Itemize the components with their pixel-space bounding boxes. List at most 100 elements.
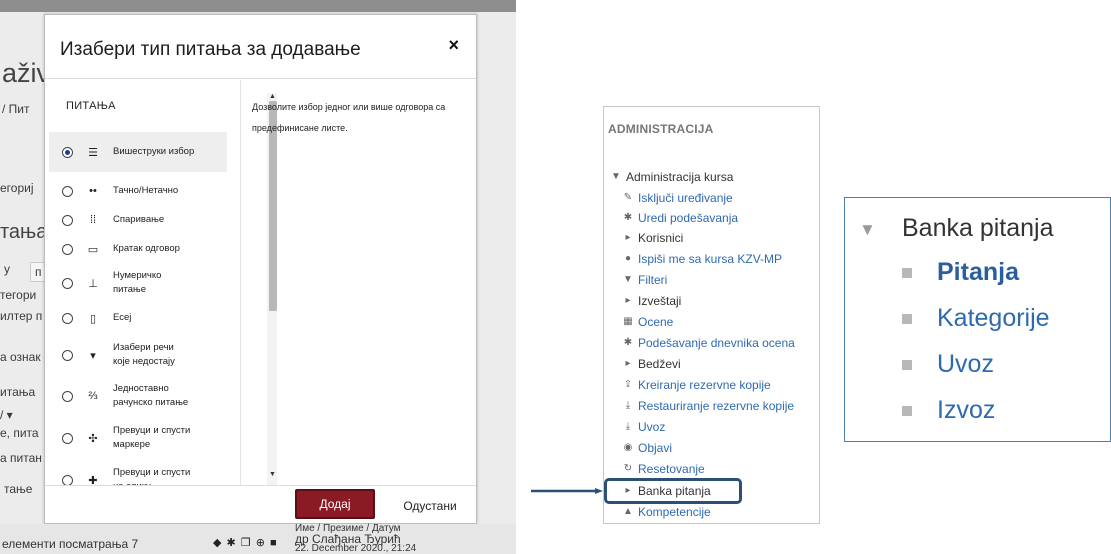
question-bank-header[interactable]: Banka pitanja bbox=[902, 214, 1054, 243]
bg-fragment: aživ bbox=[2, 58, 51, 88]
nav-item-turn-editing-off[interactable]: ✎ Isključi uređivanje bbox=[622, 191, 733, 205]
preview-icon[interactable]: ⊕ bbox=[256, 537, 266, 549]
nav-item-label: Izveštaji bbox=[638, 294, 682, 308]
gear-icon[interactable]: ✱ bbox=[227, 537, 237, 549]
short-answer-icon: ▭ bbox=[87, 243, 99, 256]
bg-fragment: итања bbox=[0, 385, 36, 399]
numerical-icon: ⊥ bbox=[88, 277, 98, 290]
table-icon: ▦ bbox=[623, 316, 633, 327]
item-label: Uvoz bbox=[937, 350, 994, 378]
caret-down-icon: ▼ bbox=[859, 220, 876, 239]
question-type-list[interactable]: ПИТАЊА ☰ Вишеструки избор •• Тачно/Нетач… bbox=[49, 80, 241, 485]
option-multichoice[interactable]: ☰ Вишеструки избор bbox=[49, 132, 227, 172]
nav-item-label: Restauriranje rezervne kopije bbox=[638, 399, 795, 413]
nav-item-import[interactable]: ⤓ Uvoz bbox=[622, 420, 666, 434]
radio-button[interactable] bbox=[62, 243, 73, 255]
option-matching[interactable]: ⁞⁞ Спаривање bbox=[49, 206, 227, 234]
upload-icon: ⇪ bbox=[623, 379, 633, 390]
download-icon: ⤓ bbox=[625, 421, 631, 432]
radio-button[interactable] bbox=[62, 390, 73, 402]
nav-item-restore[interactable]: ⤓ Restauriranje rezervne kopije bbox=[622, 399, 794, 413]
nav-item-course-administration[interactable]: ▼ Administracija kursa bbox=[610, 170, 733, 184]
question-name: елементи посматрања 7 bbox=[2, 537, 139, 551]
question-bank-item-questions[interactable]: Pitanja bbox=[902, 258, 1019, 287]
option-essay[interactable]: ▯ Есеј bbox=[49, 304, 227, 332]
reset-icon: ↻ bbox=[623, 463, 633, 474]
question-bank-item-import[interactable]: Uvoz bbox=[902, 350, 994, 379]
nav-item-unenrol[interactable]: ● Ispiši me sa kursa KZV-MP bbox=[622, 252, 782, 266]
option-ddmarker[interactable]: ✣ Превуци и спусти маркере bbox=[49, 419, 227, 457]
bg-fragment: тања bbox=[0, 221, 48, 243]
radio-button[interactable] bbox=[62, 146, 73, 158]
option-label: Изабери речи које недостају bbox=[113, 342, 175, 367]
competency-icon: ▲ bbox=[623, 506, 633, 517]
nav-item-label: Uredi podešavanja bbox=[638, 211, 739, 225]
nav-item-label: Kompetencije bbox=[638, 505, 711, 519]
nav-item-competencies[interactable]: ▲ Kompetencije bbox=[622, 505, 711, 519]
nav-item-publish[interactable]: ◉ Objavi bbox=[622, 441, 672, 455]
option-label: Спаривање bbox=[113, 214, 165, 225]
pencil-icon: ✎ bbox=[623, 192, 633, 203]
option-numerical[interactable]: ⊥ Нумеричко питање bbox=[49, 266, 227, 300]
bg-fragment: тање bbox=[4, 482, 33, 496]
delete-icon[interactable]: ■ bbox=[270, 537, 278, 549]
nav-item-reset[interactable]: ↻ Resetovanje bbox=[622, 462, 705, 476]
bullet-icon bbox=[902, 313, 912, 324]
drag-drop-image-icon: ✚ bbox=[88, 474, 98, 486]
radio-button[interactable] bbox=[62, 349, 73, 361]
nav-item-grades[interactable]: ▦ Ocene bbox=[622, 315, 673, 329]
option-label: Есеј bbox=[113, 312, 132, 323]
caret-right-icon: ▸ bbox=[625, 232, 631, 243]
question-bank-item-categories[interactable]: Kategorije bbox=[902, 304, 1050, 333]
question-bank-item-export[interactable]: Izvoz bbox=[902, 396, 995, 425]
nav-item-users[interactable]: ▸ Korisnici bbox=[622, 231, 683, 245]
option-gapselect[interactable]: ▾ Изабери речи које недостају bbox=[49, 336, 227, 374]
download-icon: ⤓ bbox=[625, 400, 631, 411]
radio-button[interactable] bbox=[62, 277, 73, 289]
nav-item-label: Resetovanje bbox=[638, 462, 705, 476]
option-calculatedsimple[interactable]: ⅔ Једноставно рачунско питање bbox=[49, 377, 227, 415]
radio-button[interactable] bbox=[62, 185, 73, 197]
nav-item-backup[interactable]: ⇪ Kreiranje rezervne kopije bbox=[622, 378, 771, 392]
nav-item-label: Administracija kursa bbox=[626, 170, 734, 184]
nav-item-reports[interactable]: ▸ Izveštaji bbox=[622, 294, 681, 308]
question-type-dialog-screenshot: aživ / Пит егориј тања у п тегори илтер … bbox=[0, 0, 516, 554]
option-truefalse[interactable]: •• Тачно/Нетачно bbox=[49, 177, 227, 205]
divider bbox=[45, 78, 476, 79]
nav-item-edit-settings[interactable]: ✱ Uredi podešavanja bbox=[622, 211, 738, 225]
add-button[interactable]: Додај bbox=[295, 489, 375, 519]
caret-right-icon: ▸ bbox=[625, 358, 631, 369]
nav-item-label: Podešavanje dnevnika ocena bbox=[638, 336, 795, 350]
cancel-button[interactable]: Одустани bbox=[390, 493, 470, 519]
question-bank-zoom: ▼ Banka pitanja Pitanja Kategorije Uvoz … bbox=[844, 197, 1111, 442]
bg-fragment: егориј bbox=[0, 181, 34, 195]
radio-button[interactable] bbox=[62, 432, 73, 444]
gear-icon: ✱ bbox=[623, 212, 633, 223]
highlight-box bbox=[604, 478, 742, 504]
nav-item-label: Kreiranje rezervne kopije bbox=[638, 378, 771, 392]
action-icons[interactable]: ◆ ✱ ❐ ⊕ ■ bbox=[213, 536, 278, 549]
section-header: ПИТАЊА bbox=[66, 100, 116, 112]
nav-item-filters[interactable]: ▼ Filteri bbox=[622, 273, 667, 287]
calculated-simple-icon: ⅔ bbox=[88, 390, 98, 402]
option-label: Једноставно рачунско питање bbox=[113, 383, 189, 408]
copy-icon[interactable]: ❐ bbox=[241, 537, 252, 549]
option-shortanswer[interactable]: ▭ Кратак одговор bbox=[49, 235, 227, 263]
radio-button[interactable] bbox=[62, 214, 73, 226]
select-missing-words-icon: ▾ bbox=[90, 349, 96, 362]
radio-button[interactable] bbox=[62, 312, 73, 324]
nav-item-badges[interactable]: ▸ Bedževi bbox=[622, 357, 680, 371]
item-label: Pitanja bbox=[937, 258, 1019, 286]
option-ddimageortext[interactable]: ✚ Превуци и спусти на слику bbox=[49, 461, 227, 485]
block-header: ADMINISTRACIJA bbox=[608, 122, 714, 136]
scroll-down-icon[interactable]: ▼ bbox=[269, 471, 276, 478]
option-label: Нумеричко питање bbox=[113, 270, 162, 295]
bg-fragment: илтер п bbox=[0, 309, 43, 323]
bullet-icon bbox=[902, 267, 912, 278]
tag-icon[interactable]: ◆ bbox=[213, 537, 222, 549]
radio-button[interactable] bbox=[62, 474, 73, 485]
close-icon[interactable]: × bbox=[448, 35, 459, 56]
item-label: Izvoz bbox=[937, 396, 996, 424]
nav-item-gradebook-setup[interactable]: ✱ Podešavanje dnevnika ocena bbox=[622, 336, 795, 350]
list-icon: ☰ bbox=[88, 146, 98, 159]
